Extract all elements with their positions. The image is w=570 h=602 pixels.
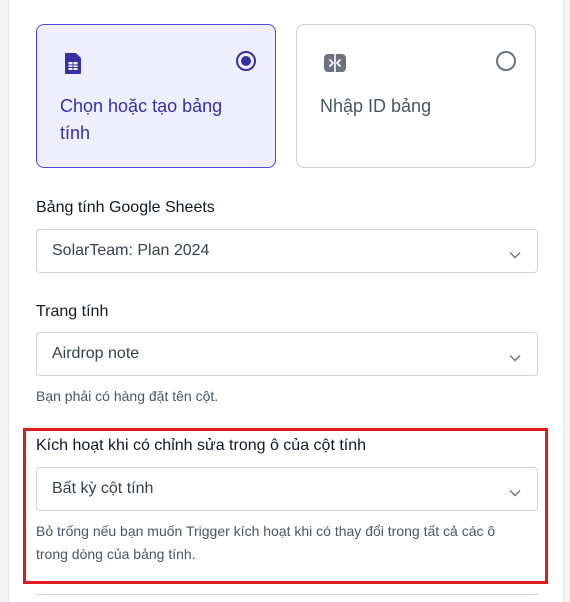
option-enter-sheet-id-label: Nhập ID bảng — [320, 96, 432, 116]
worksheet-help-text: Bạn phải có hàng đặt tên cột. — [36, 388, 219, 404]
option-select-spreadsheet[interactable]: Chọn hoặc tạo bảng tính — [36, 24, 276, 168]
spreadsheet-label: Bảng tính Google Sheets — [36, 199, 215, 216]
chevron-down-icon — [509, 484, 521, 497]
radio-selected[interactable] — [236, 51, 256, 71]
worksheet-select[interactable]: Airdrop note — [36, 332, 538, 376]
option-select-spreadsheet-label: Chọn hoặc tạo bảng tính — [60, 96, 223, 143]
right-scrollbar[interactable] — [563, 0, 570, 602]
worksheet-select-value: Airdrop note — [52, 345, 140, 362]
worksheet-label: Trang tính — [36, 303, 109, 320]
left-panel-edge — [0, 0, 9, 602]
spreadsheet-select[interactable]: SolarTeam: Plan 2024 — [36, 229, 538, 273]
spreadsheet-select-value: SolarTeam: Plan 2024 — [52, 242, 210, 259]
next-field-border — [36, 594, 538, 595]
trigger-column-help-text: Bỏ trống nếu bạn muốn Trigger kích hoạt … — [36, 523, 496, 562]
trigger-column-select-value: Bất kỳ cột tính — [52, 480, 154, 497]
trigger-column-select[interactable]: Bất kỳ cột tính — [36, 467, 538, 511]
chevron-down-icon — [509, 349, 521, 362]
radio-unselected[interactable] — [496, 51, 516, 71]
id-input-icon — [323, 51, 346, 75]
spreadsheet-icon — [63, 51, 83, 75]
trigger-column-label: Kích hoạt khi có chỉnh sửa trong ô của c… — [36, 437, 367, 454]
option-enter-sheet-id[interactable]: Nhập ID bảng — [296, 24, 536, 168]
chevron-down-icon — [509, 246, 521, 259]
